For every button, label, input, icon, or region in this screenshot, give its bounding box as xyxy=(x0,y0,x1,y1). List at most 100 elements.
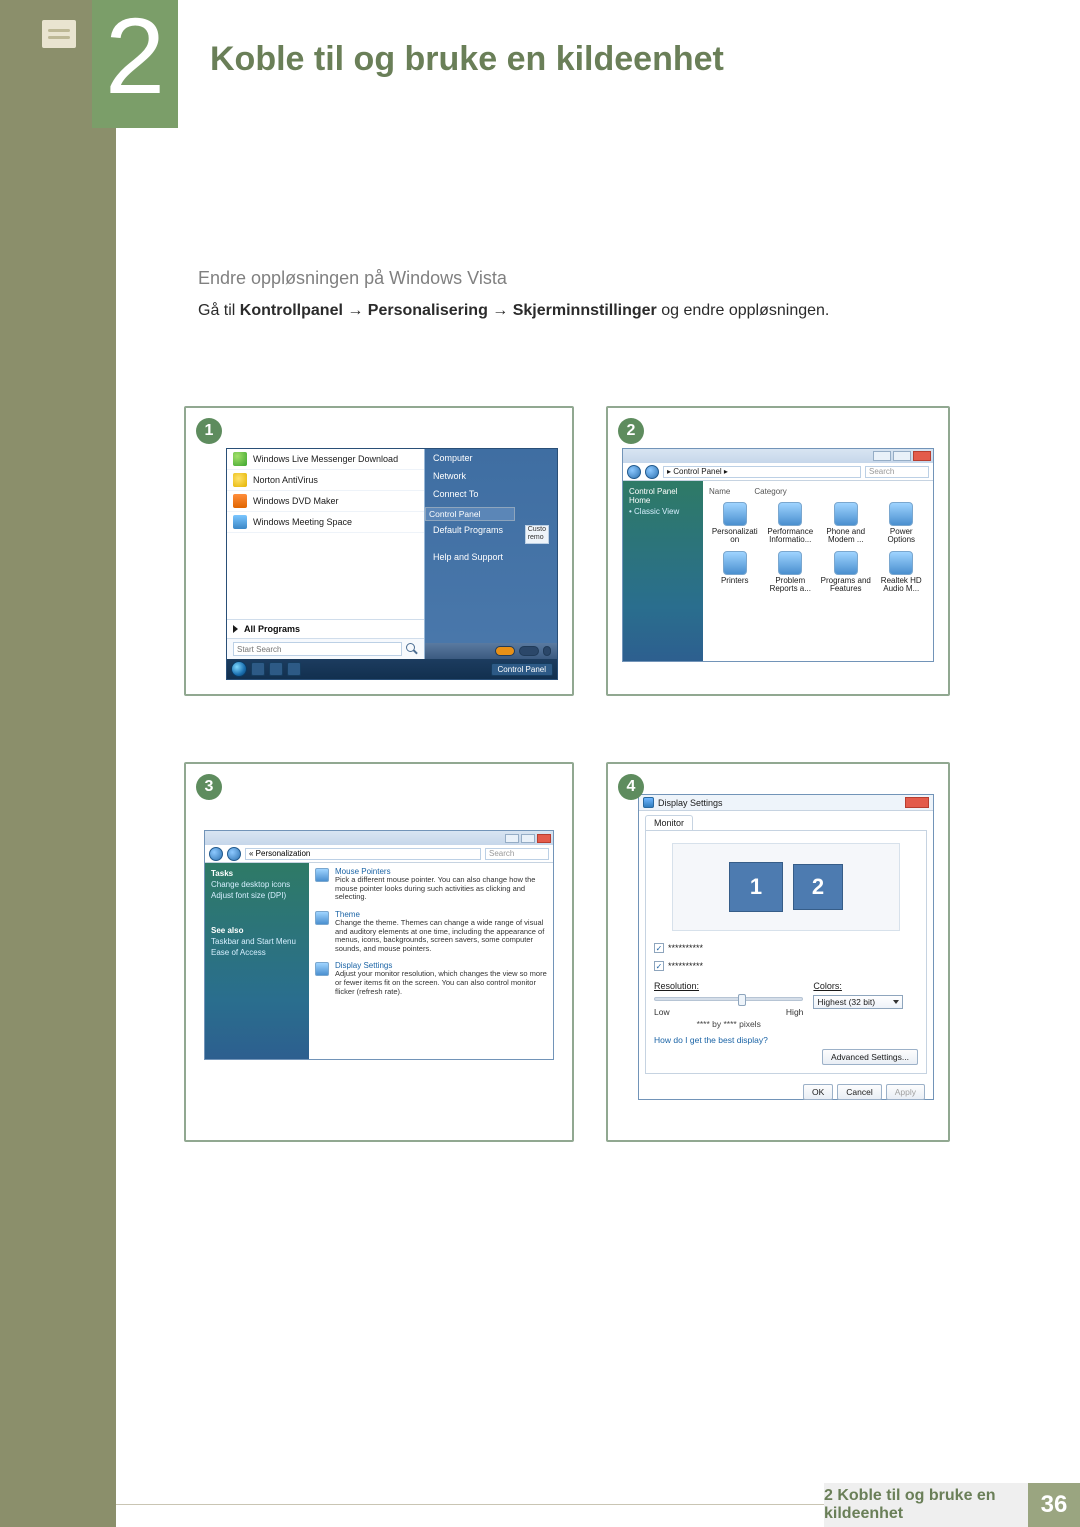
taskbar-icon[interactable] xyxy=(287,662,301,676)
step-badge-3: 3 xyxy=(196,774,222,800)
search-icon xyxy=(406,643,418,655)
colors-value: Highest (32 bit) xyxy=(817,997,875,1007)
personalization-main: Mouse Pointers Pick a different mouse po… xyxy=(309,863,553,1059)
cp-icon-grid: Personalizati on Performance Informatio.… xyxy=(709,500,927,594)
body-b3: Skjerminnstillinger xyxy=(513,302,657,319)
search-input[interactable]: Search xyxy=(865,466,929,478)
start-search-row xyxy=(227,638,424,659)
tasks-heading: Tasks xyxy=(211,869,303,878)
display-settings-block[interactable]: Display Settings Adjust your monitor res… xyxy=(315,961,547,996)
start-item[interactable]: Norton AntiVirus xyxy=(227,470,424,491)
shutdown-chevron[interactable] xyxy=(543,646,551,656)
phone-modem-icon xyxy=(834,502,858,526)
forward-button-icon[interactable] xyxy=(227,847,241,861)
resolution-col: Resolution: Low High **** by **** pixels xyxy=(654,981,803,1029)
dvd-icon xyxy=(233,494,247,508)
taskbar-icon[interactable] xyxy=(251,662,265,676)
slider-thumb[interactable] xyxy=(738,994,746,1006)
start-item[interactable]: Windows DVD Maker xyxy=(227,491,424,512)
screenshot-1-frame: 1 Windows Live Messenger Download Norton… xyxy=(184,406,574,696)
ease-of-access-link[interactable]: Ease of Access xyxy=(211,948,303,957)
cp-home-link[interactable]: Control Panel Home xyxy=(629,487,697,505)
body-b2: Personalisering xyxy=(368,302,488,319)
ok-button[interactable]: OK xyxy=(803,1084,833,1100)
cp-icon-item[interactable]: Problem Reports a... xyxy=(765,549,817,594)
cp-icon-item[interactable]: Realtek HD Audio M... xyxy=(876,549,928,594)
all-programs[interactable]: All Programs xyxy=(227,619,424,638)
back-button-icon[interactable] xyxy=(627,465,641,479)
forward-button-icon[interactable] xyxy=(645,465,659,479)
cancel-button[interactable]: Cancel xyxy=(837,1084,881,1100)
cp-icon-item[interactable]: Programs and Features xyxy=(820,549,872,594)
cp-icon-item[interactable]: Phone and Modem ... xyxy=(820,500,872,545)
start-item[interactable]: Windows Live Messenger Download xyxy=(227,449,424,470)
best-display-link[interactable]: How do I get the best display? xyxy=(654,1035,918,1045)
close-button[interactable] xyxy=(537,834,551,843)
breadcrumb-bar[interactable]: ▸ Control Panel ▸ xyxy=(663,466,861,478)
start-right-item[interactable]: Help and Support xyxy=(425,548,557,566)
block-desc: Adjust your monitor resolution, which ch… xyxy=(335,970,547,996)
close-button[interactable] xyxy=(913,451,931,461)
chapter-number: 2 xyxy=(92,2,178,110)
start-search-input[interactable] xyxy=(233,642,402,656)
checkbox[interactable]: ✓ xyxy=(654,943,664,953)
identify-row-a: ✓ ********** xyxy=(654,943,918,953)
change-desktop-icons-link[interactable]: Change desktop icons xyxy=(211,880,303,889)
minimize-button[interactable] xyxy=(873,451,891,461)
monitor-1[interactable]: 1 xyxy=(729,862,783,912)
close-button[interactable] xyxy=(905,797,929,808)
advanced-settings-button[interactable]: Advanced Settings... xyxy=(822,1049,918,1065)
monitor-tab[interactable]: Monitor xyxy=(645,815,693,830)
taskbar-icon[interactable] xyxy=(269,662,283,676)
theme-block[interactable]: Theme Change the theme. Themes can chang… xyxy=(315,910,547,954)
power-button[interactable] xyxy=(495,646,515,656)
footer-rule xyxy=(116,1504,824,1505)
start-item-label: Windows Live Messenger Download xyxy=(253,454,398,464)
resolution-slider[interactable] xyxy=(654,997,803,1001)
adjust-font-link[interactable]: Adjust font size (DPI) xyxy=(211,891,303,900)
cp-icon-item[interactable]: Printers xyxy=(709,549,761,594)
start-item-label: Windows DVD Maker xyxy=(253,496,339,506)
dialog-buttons: OK Cancel Apply xyxy=(639,1080,933,1102)
personalization-icon xyxy=(723,502,747,526)
maximize-button[interactable] xyxy=(893,451,911,461)
checkbox[interactable]: ✓ xyxy=(654,961,664,971)
tasks-sidebar: Tasks Change desktop icons Adjust font s… xyxy=(205,863,309,1059)
maximize-button[interactable] xyxy=(521,834,535,843)
see-also-heading: See also xyxy=(211,926,303,935)
search-input[interactable]: Search xyxy=(485,848,549,860)
start-right-item[interactable]: Network xyxy=(425,467,557,485)
colors-select[interactable]: Highest (32 bit) xyxy=(813,995,903,1009)
chevron-down-icon xyxy=(893,1000,899,1004)
apply-button[interactable]: Apply xyxy=(886,1084,925,1100)
lock-button[interactable] xyxy=(519,646,539,656)
start-right-item[interactable]: Connect To xyxy=(425,485,557,503)
mouse-pointers-block[interactable]: Mouse Pointers Pick a different mouse po… xyxy=(315,867,547,902)
cp-icon-item[interactable]: Performance Informatio... xyxy=(765,500,817,545)
performance-icon xyxy=(778,502,802,526)
display-settings-dialog: Display Settings Monitor 1 2 ✓ *********… xyxy=(638,794,934,1100)
antivirus-icon xyxy=(233,473,247,487)
start-right-item[interactable]: Default Programs Custoremo xyxy=(425,521,557,548)
cp-icon-item[interactable]: Personalizati on xyxy=(709,500,761,545)
cp-icon-item[interactable]: Power Options xyxy=(876,500,928,545)
ident-text: ********** xyxy=(668,961,703,971)
problem-reports-icon xyxy=(778,551,802,575)
classic-view-link[interactable]: • Classic View xyxy=(629,507,697,516)
monitor-2[interactable]: 2 xyxy=(793,864,843,910)
minimize-button[interactable] xyxy=(505,834,519,843)
back-button-icon[interactable] xyxy=(209,847,223,861)
start-right-item[interactable]: Computer xyxy=(425,449,557,467)
breadcrumb-bar[interactable]: « Personalization xyxy=(245,848,481,860)
section-heading: Endre oppløsningen på Windows Vista xyxy=(198,268,507,289)
start-item-label: Norton AntiVirus xyxy=(253,475,318,485)
programs-features-icon xyxy=(834,551,858,575)
cp-header: Name Category xyxy=(709,487,927,496)
monitor-preview: 1 2 xyxy=(672,843,899,931)
cp-sidebar: Control Panel Home • Classic View xyxy=(623,481,703,661)
start-item[interactable]: Windows Meeting Space xyxy=(227,512,424,533)
start-right-item-selected[interactable]: Control Panel xyxy=(425,507,515,521)
taskbar-menu-link[interactable]: Taskbar and Start Menu xyxy=(211,937,303,946)
start-orb-icon[interactable] xyxy=(231,661,247,677)
taskbar-label[interactable]: Control Panel xyxy=(491,663,553,676)
